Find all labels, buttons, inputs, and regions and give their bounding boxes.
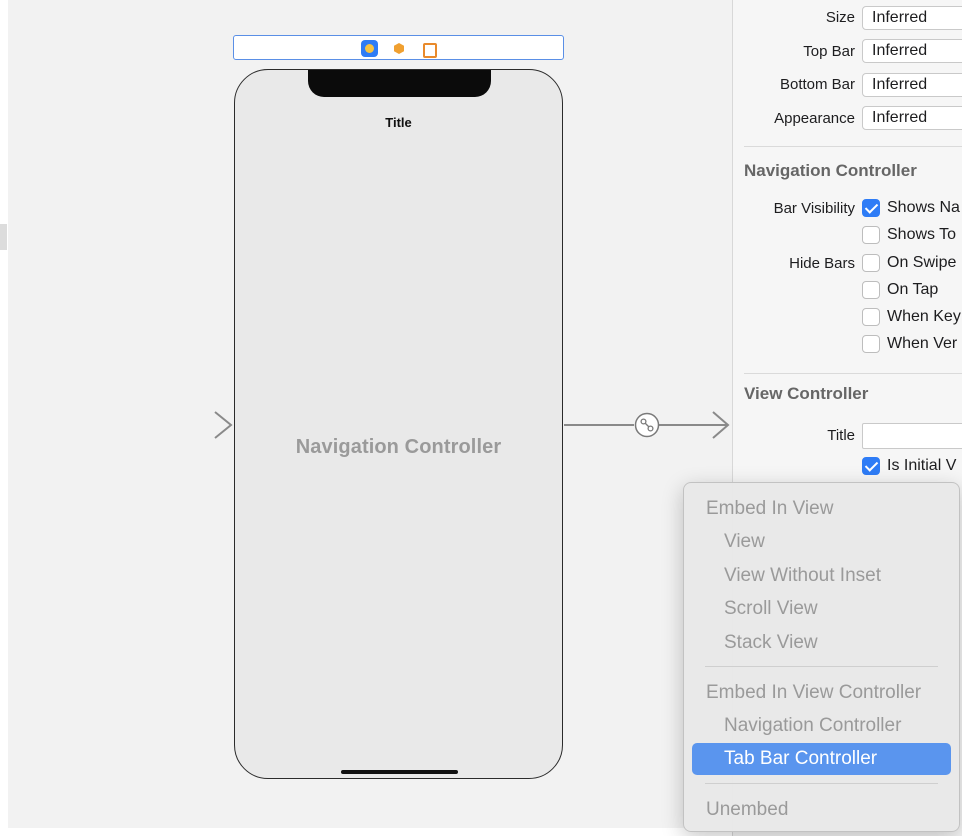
size-popup[interactable]: Inferred	[862, 6, 962, 30]
menu-item-tab-bar-controller[interactable]: Tab Bar Controller	[692, 743, 951, 775]
appearance-label: Appearance	[774, 110, 855, 127]
is-initial-view-controller-label[interactable]: Is Initial V	[887, 457, 956, 475]
on-tap-label[interactable]: On Tap	[887, 281, 938, 299]
navigation-bar-title[interactable]: Title	[235, 115, 562, 130]
appearance-popup[interactable]: Inferred	[862, 106, 962, 130]
bottom-bar-label: Bottom Bar	[779, 76, 855, 93]
view-controller-title-field[interactable]	[862, 423, 962, 449]
storyboard-canvas[interactable]: Title Navigation Controller	[0, 0, 732, 836]
when-keyboard-appears-label[interactable]: When Key	[887, 308, 961, 326]
menu-item-view[interactable]: View	[684, 526, 959, 558]
navigation-controller-scene[interactable]: Title Navigation Controller	[234, 69, 563, 779]
when-vertically-compact-label[interactable]: When Ver	[887, 335, 957, 353]
menu-item-stack-view[interactable]: Stack View	[684, 627, 959, 659]
navigation-controller-header[interactable]: Navigation Controller	[744, 161, 917, 181]
on-tap-checkbox[interactable]	[862, 281, 880, 299]
device-notch	[308, 70, 491, 97]
scene-placeholder-label: Navigation Controller	[295, 436, 502, 458]
bottom-bar-popup[interactable]: Inferred	[862, 73, 962, 97]
segue-link-icon[interactable]	[634, 412, 660, 438]
embed-context-menu: Embed In View View View Without Inset Sc…	[683, 482, 960, 832]
initial-view-controller-arrow[interactable]	[155, 411, 233, 439]
section-divider	[744, 373, 962, 374]
shows-toolbar-checkbox[interactable]	[862, 226, 880, 244]
top-bar-label: Top Bar	[803, 43, 855, 60]
menu-item-scroll-view[interactable]: Scroll View	[684, 593, 959, 625]
bar-visibility-label: Bar Visibility	[773, 200, 855, 217]
menu-item-unembed[interactable]: Unembed	[684, 794, 959, 826]
size-label: Size	[825, 9, 855, 26]
menu-item-navigation-controller[interactable]: Navigation Controller	[684, 710, 959, 742]
view-controller-header[interactable]: View Controller	[744, 384, 868, 404]
is-initial-view-controller-checkbox[interactable]	[862, 457, 880, 475]
section-divider	[744, 146, 962, 147]
hide-bars-label: Hide Bars	[789, 255, 855, 272]
view-controller-title-label: Title	[827, 427, 855, 444]
menu-separator	[705, 666, 938, 667]
menu-item-view-without-inset[interactable]: View Without Inset	[684, 560, 959, 592]
menu-embed-in-view-header: Embed In View	[706, 498, 834, 519]
top-bar-popup[interactable]: Inferred	[862, 39, 962, 63]
shows-navigation-bar-label[interactable]: Shows Na	[887, 199, 960, 217]
when-vertically-compact-checkbox[interactable]	[862, 335, 880, 353]
on-swipe-label[interactable]: On Swipe	[887, 254, 956, 272]
when-keyboard-appears-checkbox[interactable]	[862, 308, 880, 326]
menu-embed-in-view-controller-header: Embed In View Controller	[706, 682, 922, 703]
shows-navigation-bar-checkbox[interactable]	[862, 199, 880, 217]
home-indicator	[341, 770, 458, 774]
shows-toolbar-label[interactable]: Shows To	[887, 226, 956, 244]
menu-separator	[705, 783, 938, 784]
on-swipe-checkbox[interactable]	[862, 254, 880, 272]
